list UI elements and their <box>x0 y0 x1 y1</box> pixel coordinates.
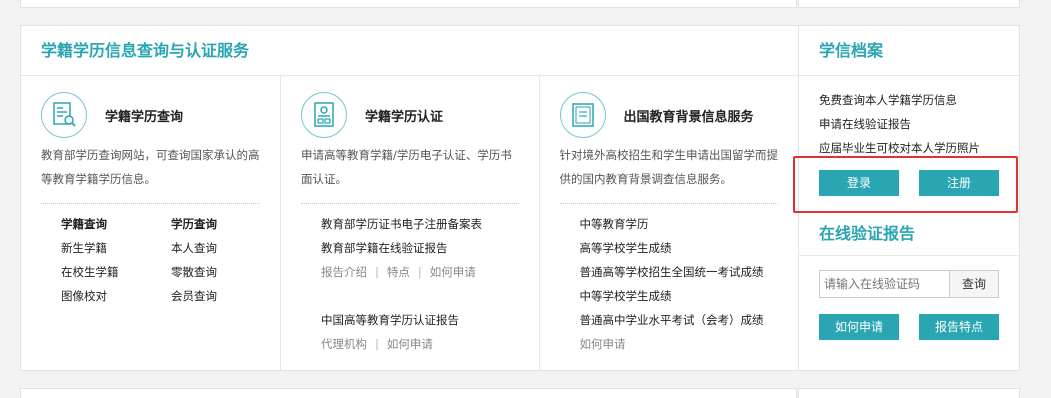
side-item: 免费查询本人学籍学历信息 <box>819 93 957 107</box>
column-abroad: 出国教育背景信息服务 针对境外高校招生和学生申请出国留学而提供的国内教育背景调查… <box>540 76 799 370</box>
how-apply-button[interactable]: 如何申请 <box>819 314 899 340</box>
link-huikao-grades[interactable]: 普通高中学业水平考试（会考）成绩 <box>580 308 779 332</box>
link-xueli-query[interactable]: 学历查询 <box>171 212 281 236</box>
link-online-report[interactable]: 教育部学籍在线验证报告 <box>321 236 519 260</box>
link-how-apply-2[interactable]: 如何申请 <box>387 337 433 351</box>
column-certify: 学籍学历认证 申请高等教育学籍/学历电子认证、学历书面认证。 教育部学历证书电子… <box>281 76 540 370</box>
diploma-icon <box>559 92 606 138</box>
link-new-student[interactable]: 新生学籍 <box>61 236 171 260</box>
highlight-box <box>793 156 1018 213</box>
side-item: 申请在线验证报告 <box>819 117 911 131</box>
link-image-check[interactable]: 图像校对 <box>61 284 171 308</box>
link-member-query[interactable]: 会员查询 <box>171 284 281 308</box>
verify-search-button[interactable]: 查询 <box>949 270 999 298</box>
link-features[interactable]: 特点 <box>387 265 410 279</box>
link-xueji-query[interactable]: 学籍查询 <box>61 212 171 236</box>
document-search-icon <box>41 92 87 138</box>
service-panel: 学籍学历信息查询与认证服务 学籍学历查询 教育部学历查询网站，可查询国家承认的高… <box>20 25 799 371</box>
column-title[interactable]: 学籍学历查询 <box>105 106 183 125</box>
verify-title: 在线验证报告 <box>799 214 1019 256</box>
bottom-panel-edge <box>20 388 797 398</box>
certificate-icon <box>301 92 347 138</box>
link-agency[interactable]: 代理机构 <box>321 337 367 351</box>
link-report-intro[interactable]: 报告介绍 <box>321 265 367 279</box>
panel-title: 学籍学历信息查询与认证服务 <box>21 26 798 76</box>
link-in-school[interactable]: 在校生学籍 <box>61 260 171 284</box>
link-single-query[interactable]: 零散查询 <box>171 260 281 284</box>
link-college-grades[interactable]: 高等学校学生成绩 <box>580 236 779 260</box>
link-self-query[interactable]: 本人查询 <box>171 236 281 260</box>
link-registration-form[interactable]: 教育部学历证书电子注册备案表 <box>321 212 519 236</box>
top-side-edge <box>798 0 1020 8</box>
report-features-button[interactable]: 报告特点 <box>919 314 999 340</box>
bottom-side-edge <box>798 388 1020 398</box>
column-query: 学籍学历查询 教育部学历查询网站，可查询国家承认的高等教育学籍学历信息。 学籍查… <box>21 76 281 370</box>
link-how-apply[interactable]: 如何申请 <box>430 265 476 279</box>
link-gaokao-grades[interactable]: 普通高等学校招生全国统一考试成绩 <box>580 260 779 284</box>
column-desc: 申请高等教育学籍/学历电子认证、学历书面认证。 <box>301 148 512 186</box>
column-desc: 教育部学历查询网站，可查询国家承认的高等教育学籍学历信息。 <box>41 148 260 186</box>
link-secondary-edu[interactable]: 中等教育学历 <box>580 212 779 236</box>
link-cert-report[interactable]: 中国高等教育学历认证报告 <box>321 308 519 332</box>
side-title: 学信档案 <box>799 26 1019 76</box>
verify-code-input[interactable] <box>819 270 949 298</box>
column-title[interactable]: 学籍学历认证 <box>365 106 443 125</box>
link-how-apply-3[interactable]: 如何申请 <box>580 332 779 356</box>
link-secondary-grades[interactable]: 中等学校学生成绩 <box>580 284 779 308</box>
column-title[interactable]: 出国教育背景信息服务 <box>624 106 754 125</box>
top-panel-edge <box>20 0 797 8</box>
column-desc: 针对境外高校招生和学生申请出国留学而提供的国内教育背景调查信息服务。 <box>559 148 779 186</box>
